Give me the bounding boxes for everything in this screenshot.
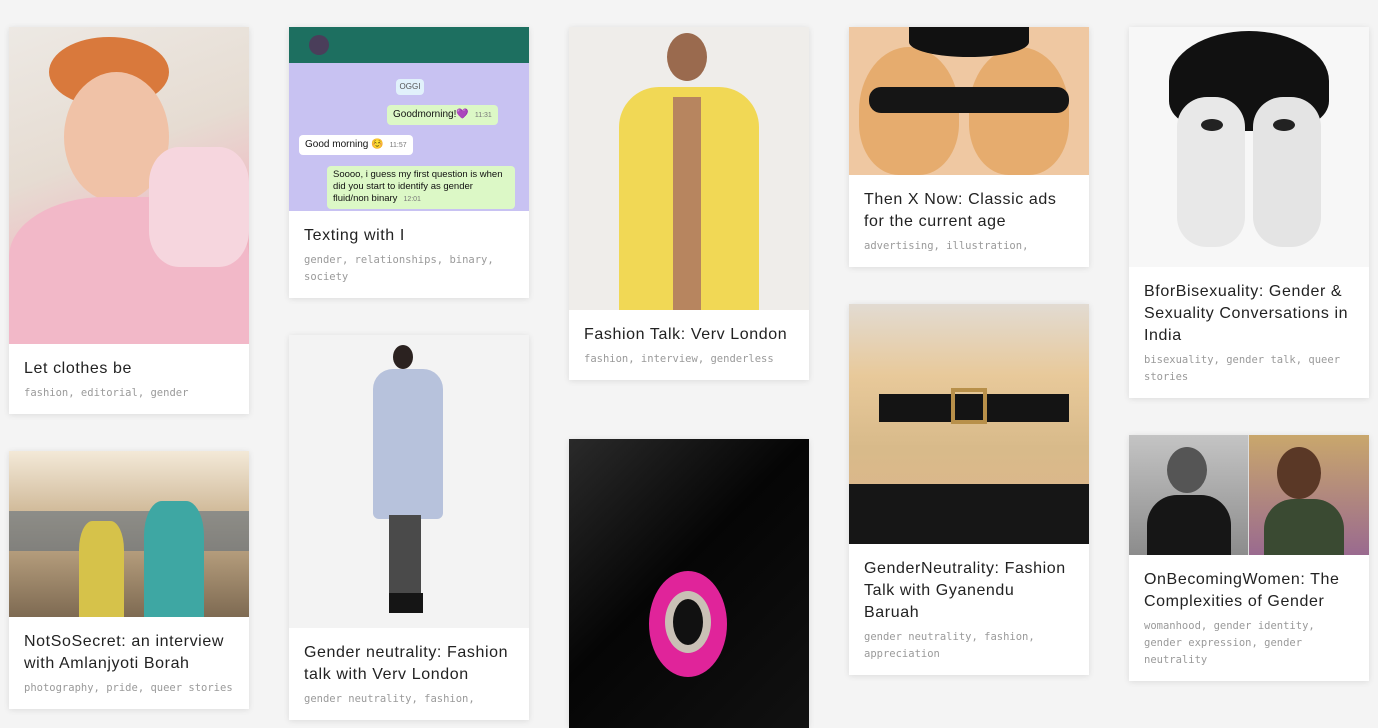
post-card-texting-with-i[interactable]: OGGI Goodmorning!💜 11:31 Good morning ☺️ 1… — [289, 27, 529, 298]
tag-link[interactable]: queer stories — [150, 682, 232, 694]
chat-bubble: Goodmorning!💜 11:31 — [387, 105, 498, 125]
chat-day-label: OGGI — [396, 79, 424, 95]
avatar — [309, 35, 329, 55]
tag-link[interactable]: fashion — [424, 693, 468, 705]
post-title[interactable]: Let clothes be — [24, 358, 234, 380]
post-image[interactable] — [1129, 435, 1369, 555]
post-card-notsosecret[interactable]: NotSoSecret: an interview with Amlanjyot… — [9, 451, 249, 709]
post-card-then-x-now[interactable]: Then X Now: Classic ads for the current … — [849, 27, 1089, 267]
tag-link[interactable]: gender talk — [1226, 354, 1296, 366]
tag-link[interactable]: genderless — [710, 353, 773, 365]
post-card-fashion-talk-verv[interactable]: Fashion Talk: Verv London fashion, inter… — [569, 27, 809, 380]
tag-link[interactable]: editorial — [81, 387, 138, 399]
post-tags: gender neutrality, fashion, appreciation — [864, 631, 1035, 660]
tag-link[interactable]: gender identity — [1214, 620, 1309, 632]
tag-link[interactable]: binary — [449, 254, 487, 266]
tag-link[interactable]: fashion — [984, 631, 1028, 643]
post-image[interactable] — [9, 451, 249, 617]
chat-screenshot: OGGI Goodmorning!💜 11:31 Good morning ☺️ 1… — [289, 27, 529, 211]
tag-link[interactable]: gender — [304, 254, 342, 266]
tag-link[interactable]: advertising — [864, 240, 934, 252]
tag-link[interactable]: photography — [24, 682, 94, 694]
post-tags: gender neutrality, fashion, — [304, 693, 475, 705]
tag-link[interactable]: relationships — [355, 254, 437, 266]
post-card-genderneutrality-gyanendu[interactable]: GenderNeutrality: Fashion Talk with Gyan… — [849, 304, 1089, 675]
tag-link[interactable]: fashion — [24, 387, 68, 399]
post-title[interactable]: Then X Now: Classic ads for the current … — [864, 189, 1074, 233]
post-title[interactable]: Fashion Talk: Verv London — [584, 324, 794, 346]
post-tags: photography, pride, queer stories — [24, 682, 233, 694]
post-card-let-clothes-be[interactable]: Let clothes be fashion, editorial, gende… — [9, 27, 249, 414]
post-image[interactable]: OGGI Goodmorning!💜 11:31 Good morning ☺️ 1… — [289, 27, 529, 211]
tag-link[interactable]: appreciation — [864, 648, 940, 660]
post-title[interactable]: OnBecomingWomen: The Complexities of Gen… — [1144, 569, 1354, 613]
post-card-gender-neutrality-verv[interactable]: Gender neutrality: Fashion talk with Ver… — [289, 335, 529, 720]
post-tags: womanhood, gender identity, gender expre… — [1144, 620, 1315, 666]
post-card-bforbisexuality[interactable]: BforBisexuality: Gender & Sexuality Conv… — [1129, 27, 1369, 398]
post-image[interactable] — [289, 335, 529, 628]
post-card-onbecomingwomen[interactable]: OnBecomingWomen: The Complexities of Gen… — [1129, 435, 1369, 681]
post-image[interactable] — [849, 27, 1089, 175]
post-tags: fashion, interview, genderless — [584, 353, 774, 365]
post-title[interactable]: NotSoSecret: an interview with Amlanjyot… — [24, 631, 234, 675]
chat-header — [289, 27, 529, 63]
post-image[interactable] — [849, 304, 1089, 544]
post-tags: bisexuality, gender talk, queer stories — [1144, 354, 1341, 383]
tag-link[interactable]: gender neutrality — [864, 631, 971, 643]
tag-link[interactable]: illustration — [946, 240, 1022, 252]
tag-link[interactable]: pride — [106, 682, 138, 694]
post-title[interactable]: Gender neutrality: Fashion talk with Ver… — [304, 642, 514, 686]
post-tags: advertising, illustration, — [864, 240, 1029, 252]
tag-link[interactable]: gender — [150, 387, 188, 399]
tag-link[interactable]: bisexuality — [1144, 354, 1214, 366]
tag-link[interactable]: gender neutrality — [304, 693, 411, 705]
chat-bubble: Soooo, i guess my first question is when… — [327, 166, 515, 209]
tag-link[interactable]: interview — [641, 353, 698, 365]
post-tags: gender, relationships, binary, society — [304, 254, 494, 283]
post-title[interactable]: Texting with I — [304, 225, 514, 247]
chat-bubble: Good morning ☺️ 11:57 — [299, 135, 413, 155]
post-tags: fashion, editorial, gender — [24, 387, 189, 399]
post-image[interactable] — [1129, 27, 1369, 267]
post-title[interactable]: BforBisexuality: Gender & Sexuality Conv… — [1144, 281, 1354, 347]
tag-link[interactable]: gender expression — [1144, 637, 1251, 649]
post-image[interactable] — [569, 439, 809, 728]
tag-link[interactable]: fashion — [584, 353, 628, 365]
post-image[interactable] — [569, 27, 809, 310]
post-card-product[interactable] — [569, 439, 809, 728]
post-title[interactable]: GenderNeutrality: Fashion Talk with Gyan… — [864, 558, 1074, 624]
tag-link[interactable]: womanhood — [1144, 620, 1201, 632]
tag-link[interactable]: society — [304, 271, 348, 283]
post-image[interactable] — [9, 27, 249, 344]
